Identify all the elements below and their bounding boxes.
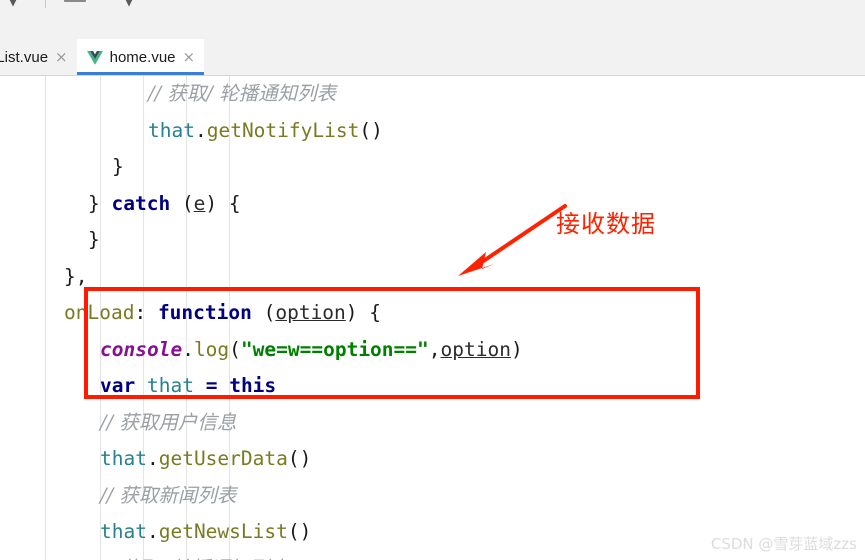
- code-line[interactable]: // 获取/ 轮播通知列表: [0, 76, 865, 113]
- code-line[interactable]: console.log("we=w==option==",option): [0, 332, 865, 369]
- code-token: :: [134, 301, 158, 324]
- code-token: that: [100, 520, 147, 543]
- code-token: .: [182, 337, 194, 361]
- toolbar-bar-icon[interactable]: [64, 0, 86, 2]
- toolbar-divider: [45, 0, 46, 8]
- code-token: }: [112, 155, 124, 178]
- code-token: function: [157, 301, 252, 324]
- code-token: "we=w==option==": [240, 337, 429, 361]
- code-line[interactable]: },: [0, 259, 865, 296]
- code-editor[interactable]: // 获取/ 轮播通知列表 that.getNotifyList()}} catc…: [0, 76, 865, 560]
- code-content[interactable]: // 获取/ 轮播通知列表 that.getNotifyList()}} catc…: [0, 76, 865, 560]
- code-token: option: [440, 337, 511, 361]
- code-token: (: [251, 301, 276, 324]
- tab-list: gList.vue × home.vue ×: [0, 39, 205, 75]
- code-token: var: [100, 374, 136, 397]
- code-token: =: [205, 374, 218, 397]
- code-token: (): [287, 520, 312, 543]
- code-line[interactable]: }: [0, 222, 865, 259]
- code-token: that: [100, 447, 147, 470]
- code-line[interactable]: // 获取用户信息: [0, 405, 865, 442]
- code-line[interactable]: that.getNotifyList(): [0, 113, 865, 150]
- code-line[interactable]: // 获取新闻列表: [0, 478, 865, 515]
- code-token: catch: [111, 191, 171, 215]
- code-token: getNotifyList: [206, 118, 360, 142]
- close-icon[interactable]: ×: [55, 49, 68, 65]
- code-token: ) {: [345, 301, 382, 324]
- watermark: CSDN @雪芽蓝域zzs: [710, 535, 857, 553]
- code-token: }: [88, 228, 100, 251]
- code-token: option: [275, 301, 346, 324]
- code-token: that: [148, 118, 195, 142]
- code-token: onLoad: [64, 301, 135, 324]
- code-token: .: [146, 447, 159, 470]
- code-token: (): [359, 118, 383, 142]
- tab-home-vue[interactable]: home.vue ×: [76, 39, 205, 75]
- code-token: // 获取用户信息: [100, 410, 237, 434]
- code-token: getUserData: [158, 447, 288, 470]
- code-token: getNewsList: [158, 520, 288, 543]
- toolbar-inner: ▼ ▼: [0, 0, 865, 22]
- code-line[interactable]: }: [0, 149, 865, 186]
- code-token: .: [146, 520, 159, 543]
- editor-tab-strip: gList.vue × home.vue ×: [0, 22, 865, 76]
- code-token: (): [287, 447, 312, 470]
- code-line[interactable]: } catch (e) {: [0, 186, 865, 223]
- code-token: e: [193, 191, 206, 215]
- code-token: (: [170, 191, 194, 215]
- code-token: ) {: [205, 191, 241, 215]
- annotation-label: 接收数据: [556, 210, 656, 238]
- red-arrow-icon: [458, 204, 567, 276]
- code-token: ,: [428, 337, 441, 361]
- code-token: that: [146, 374, 194, 397]
- code-token: log: [193, 337, 230, 361]
- code-token: ): [510, 337, 523, 361]
- chevron-down-icon[interactable]: ▼: [124, 0, 134, 13]
- code-token: console: [100, 337, 183, 361]
- code-line[interactable]: that.getUserData(): [0, 441, 865, 478]
- tab-label: home.vue: [109, 48, 176, 66]
- close-icon[interactable]: ×: [183, 49, 196, 65]
- code-token: .: [194, 118, 207, 142]
- code-line[interactable]: var that = this: [0, 368, 865, 405]
- code-token: // 获取/ 轮播通知列表: [148, 82, 337, 105]
- code-token: this: [229, 374, 277, 397]
- code-token: },: [64, 264, 88, 288]
- code-token: // 获取/ 轮播通知列表: [100, 557, 288, 560]
- code-token: }: [88, 191, 112, 215]
- tab-glist-vue[interactable]: gList.vue ×: [0, 39, 77, 75]
- chevron-down-icon[interactable]: ▼: [8, 0, 18, 13]
- code-token: // 获取新闻列表: [100, 483, 237, 507]
- top-toolbar: ▼ ▼: [0, 0, 865, 23]
- code-token: (: [229, 337, 241, 361]
- tab-label: gList.vue: [0, 48, 49, 66]
- vue-logo-icon: [86, 51, 103, 65]
- code-line[interactable]: onLoad: function (option) {: [0, 295, 865, 332]
